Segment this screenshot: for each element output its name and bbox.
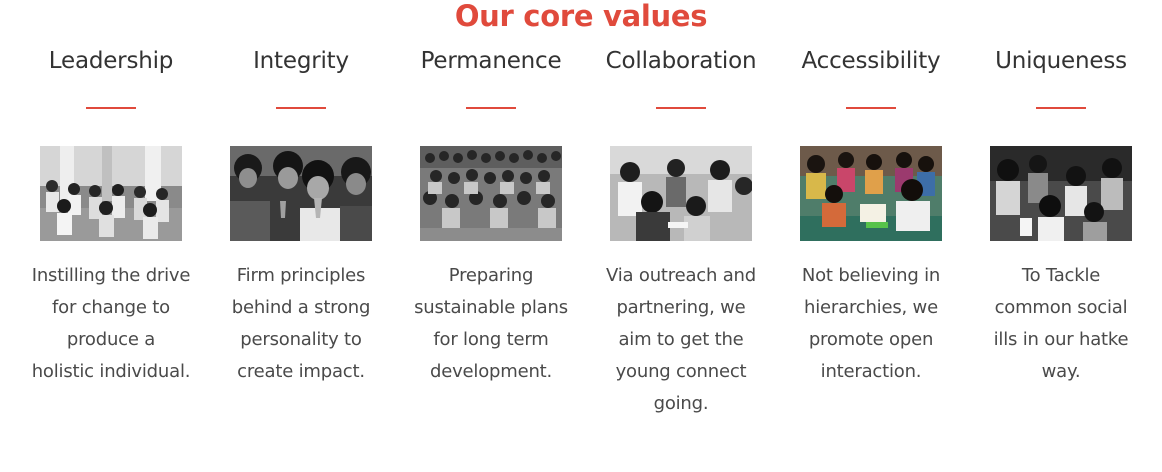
value-card-accessibility: Accessibility Not believing in hierarchi…	[776, 0, 966, 472]
description-line: Via outreach and	[606, 265, 756, 286]
description-line: for long term	[433, 329, 549, 350]
value-description: Instilling the drive for change to produ…	[16, 260, 206, 388]
children-playing-photo-icon	[990, 146, 1132, 241]
value-heading: Uniqueness	[995, 48, 1127, 74]
description-line: young connect	[615, 361, 747, 382]
heading-divider	[656, 107, 706, 109]
description-line: behind a strong	[231, 297, 371, 318]
description-line: sustainable plans	[414, 297, 568, 318]
value-photo	[800, 146, 942, 241]
description-line: holistic individual.	[31, 361, 191, 382]
value-description: Firm principles behind a strong personal…	[206, 260, 396, 388]
group-activity-photo-icon	[610, 146, 752, 241]
core-values-row: Leadership Instilling the drive for chan…	[16, 0, 1156, 472]
value-photo	[420, 146, 562, 241]
value-description: Via outreach and partnering, we aim to g…	[586, 260, 776, 420]
description-line: interaction.	[820, 361, 922, 382]
description-line: for change to	[52, 297, 170, 318]
value-description: Not believing in hierarchies, we promote…	[776, 260, 966, 388]
children-reading-with-mentor-photo-icon	[800, 146, 942, 241]
crowd-of-students-photo-icon	[420, 146, 562, 241]
description-line: personality to	[240, 329, 362, 350]
value-description: To Tackle common social ills in our hatk…	[966, 260, 1156, 388]
description-line: development.	[429, 361, 553, 382]
description-line: produce a	[66, 329, 156, 350]
description-line: aim to get the	[618, 329, 744, 350]
value-heading: Collaboration	[605, 48, 757, 74]
description-line: create impact.	[237, 361, 365, 382]
value-description: Preparing sustainable plans for long ter…	[396, 260, 586, 388]
value-heading: Permanence	[420, 48, 562, 74]
students-seated-in-rows-photo-icon	[40, 146, 182, 241]
value-card-uniqueness: Uniqueness To Tackle common social ills …	[966, 0, 1156, 472]
description-line: promote open	[808, 329, 934, 350]
value-card-collaboration: Collaboration Via outreach and partnerin…	[586, 0, 776, 472]
children-praying-photo-icon	[230, 146, 372, 241]
description-line: going.	[653, 393, 709, 414]
value-card-permanence: Permanence Preparing sustainable plans f…	[396, 0, 586, 472]
heading-divider	[276, 107, 326, 109]
value-heading: Accessibility	[801, 48, 941, 74]
description-line: Instilling the drive	[31, 265, 191, 286]
description-line: way.	[1041, 361, 1081, 382]
heading-divider	[466, 107, 516, 109]
value-photo	[610, 146, 752, 241]
description-line: partnering, we	[616, 297, 746, 318]
value-heading: Integrity	[253, 48, 349, 74]
description-line: common social	[994, 297, 1128, 318]
value-photo	[990, 146, 1132, 241]
description-line: hierarchies, we	[804, 297, 938, 318]
value-card-integrity: Integrity Firm principles behind a stron…	[206, 0, 396, 472]
value-photo	[230, 146, 372, 241]
value-card-leadership: Leadership Instilling the drive for chan…	[16, 0, 206, 472]
description-line: ills in our hatke	[993, 329, 1129, 350]
value-heading: Leadership	[48, 48, 174, 74]
heading-divider	[1036, 107, 1086, 109]
heading-divider	[846, 107, 896, 109]
value-photo	[40, 146, 182, 241]
description-line: To Tackle	[1021, 265, 1101, 286]
description-line: Firm principles	[236, 265, 366, 286]
heading-divider	[86, 107, 136, 109]
description-line: Not believing in	[801, 265, 941, 286]
description-line: Preparing	[448, 265, 534, 286]
